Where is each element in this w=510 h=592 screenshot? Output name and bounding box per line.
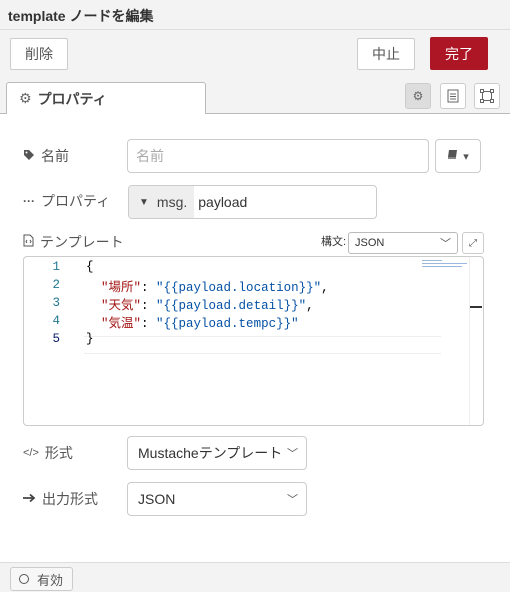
editor-scrollbar[interactable]	[469, 257, 483, 425]
json-separator: :	[141, 298, 157, 313]
name-label-text: 名前	[41, 148, 69, 164]
json-value: "{{payload.tempc}}"	[156, 316, 299, 331]
dialog-footer: 有効	[0, 562, 510, 592]
done-button[interactable]: 完了	[430, 37, 488, 70]
chevron-down-icon: ﹀	[287, 448, 298, 460]
enable-label: 有効	[37, 572, 64, 588]
scrollbar-cursor-marker	[470, 306, 482, 308]
line-number: 2	[52, 278, 60, 292]
json-key: "気温"	[101, 316, 142, 331]
code-text: }	[86, 332, 94, 346]
enable-toggle-button[interactable]: 有効	[10, 567, 73, 591]
appearance-icon[interactable]	[474, 83, 500, 109]
template-label-text: テンプレート	[40, 234, 124, 250]
chevron-down-icon: ﹀	[440, 238, 451, 250]
code-line: 1 {	[24, 258, 483, 276]
format-select[interactable]: Mustacheテンプレート ﹀	[127, 436, 307, 470]
property-value[interactable]: payload	[194, 194, 247, 210]
description-icon[interactable]	[440, 83, 466, 109]
tag-icon	[23, 149, 35, 164]
name-input[interactable]	[127, 139, 429, 173]
delete-button[interactable]: 削除	[10, 38, 68, 70]
tab-properties[interactable]: ⚙ プロパティ	[6, 82, 206, 115]
expand-editor-button[interactable]: ⤢	[462, 232, 484, 254]
circle-icon	[19, 574, 29, 584]
settings-icon[interactable]: ⚙	[405, 83, 431, 109]
json-punct: ,	[306, 298, 314, 313]
syntax-select[interactable]: JSON ﹀	[348, 232, 458, 254]
format-label: </> 形式	[23, 443, 73, 463]
library-button[interactable]: ▾	[435, 139, 481, 173]
json-value: "{{payload.location}}"	[156, 280, 322, 295]
name-label: 名前	[23, 146, 69, 166]
dialog-title: template ノードを編集	[0, 0, 510, 30]
template-editor[interactable]: 1 { 2 "場所": "{{payload.location}}", 3 "天…	[23, 256, 484, 426]
output-value: JSON	[138, 491, 176, 507]
line-number: 4	[52, 314, 60, 328]
output-select[interactable]: JSON ﹀	[127, 482, 307, 516]
cancel-button[interactable]: 中止	[357, 38, 415, 70]
format-label-text: 形式	[44, 445, 73, 461]
code-line: 3 "天気": "{{payload.detail}}",	[24, 294, 483, 313]
property-typed-input[interactable]: ▼ msg. payload	[128, 185, 377, 219]
property-type-selector[interactable]: ▼ msg.	[129, 186, 195, 218]
output-label-text: 出力形式	[42, 491, 98, 507]
dialog-button-bar: 削除 中止 完了	[0, 30, 510, 78]
property-label: ··· プロパティ	[23, 191, 110, 211]
json-punct: ,	[321, 280, 329, 295]
property-prefix: msg.	[156, 194, 188, 210]
syntax-label: 構文:	[321, 236, 347, 248]
template-label: テンプレート	[23, 232, 124, 252]
line-number: 3	[52, 296, 60, 310]
line-number: 5	[52, 332, 60, 346]
tab-bar: ⚙ プロパティ ⚙	[0, 78, 510, 115]
chevron-down-icon: ﹀	[287, 494, 298, 506]
caret-down-icon: ▼	[139, 196, 149, 208]
file-code-icon	[23, 234, 34, 250]
caret-down-icon: ▾	[463, 150, 469, 163]
output-label: 出力形式	[23, 489, 98, 509]
arrow-right-icon	[23, 492, 36, 506]
tab-properties-label: プロパティ	[37, 90, 107, 107]
code-icon: </>	[23, 447, 39, 459]
json-key: "天気"	[101, 298, 142, 313]
json-separator: :	[141, 316, 157, 331]
json-value: "{{payload.detail}}"	[156, 298, 307, 313]
ellipsis-icon: ···	[23, 194, 35, 208]
code-text: {	[86, 260, 94, 274]
syntax-value: JSON	[355, 237, 385, 249]
code-line: 2 "場所": "{{payload.location}}",	[24, 276, 483, 295]
json-key: "場所"	[101, 280, 142, 295]
expand-icon: ⤢	[469, 237, 477, 249]
book-icon	[447, 149, 459, 163]
line-number: 1	[52, 260, 60, 274]
property-label-text: プロパティ	[41, 193, 111, 209]
format-value: Mustacheテンプレート	[138, 445, 283, 461]
code-line: 5 }	[24, 330, 483, 348]
gear-icon: ⚙	[19, 90, 32, 106]
json-separator: :	[141, 280, 157, 295]
editor-minimap[interactable]	[422, 260, 467, 270]
code-line: 4 "気温": "{{payload.tempc}}"	[24, 312, 483, 331]
